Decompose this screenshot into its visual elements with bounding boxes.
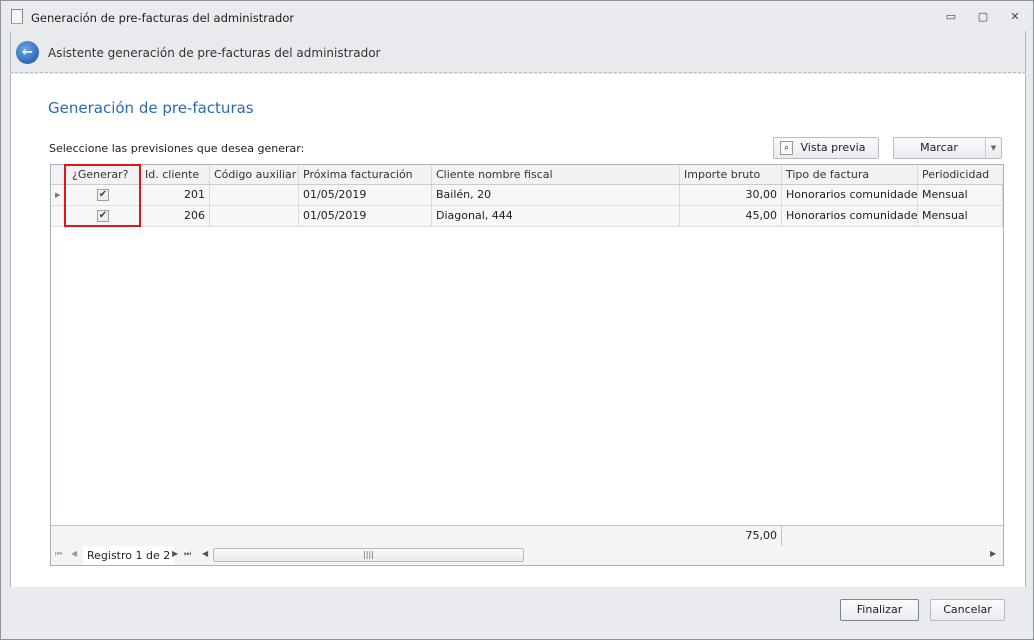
navigator: ⏮ ◀ Registro 1 de 2 ▶ ⏭ ◀ |||| ▶ <box>51 546 1003 565</box>
column-header-fecha[interactable]: Próxima facturación <box>299 165 432 185</box>
preview-button[interactable]: ⌕ Vista previa <box>773 137 879 159</box>
app-icon <box>11 9 23 24</box>
summary-footer: 75,00 <box>51 525 1003 546</box>
fecha-cell: 01/05/2019 <box>299 185 432 205</box>
chevron-down-icon[interactable]: ▼ <box>985 138 1001 158</box>
fecha-cell: 01/05/2019 <box>299 206 432 226</box>
page-title: Generación de pre-facturas <box>48 99 254 117</box>
magnifier-icon: ⌕ <box>780 141 793 155</box>
id-cell: 206 <box>141 206 210 226</box>
column-header-id[interactable]: Id. cliente <box>141 165 210 185</box>
back-arrow-icon[interactable]: ← <box>16 41 39 64</box>
cliente-cell: Bailén, 20 <box>432 185 680 205</box>
finish-button[interactable]: Finalizar <box>840 599 919 621</box>
column-header-importe[interactable]: Importe bruto <box>680 165 782 185</box>
record-counter: Registro 1 de 2 <box>83 546 175 565</box>
scroll-right-icon[interactable]: ▶ <box>990 549 996 558</box>
wizard-header: ← Asistente generación de pre-facturas d… <box>10 31 1026 73</box>
periodicidad-cell: Mensual <box>918 206 1003 226</box>
prev-record-icon[interactable]: ◀ <box>71 549 77 558</box>
window-title: Generación de pre-facturas del administr… <box>31 11 295 25</box>
column-header-cliente[interactable]: Cliente nombre fiscal <box>432 165 680 185</box>
mark-button[interactable]: Marcar ▼ <box>893 137 1002 159</box>
codigo-cell <box>210 206 299 226</box>
mark-label: Marcar <box>920 141 958 154</box>
periodicidad-cell: Mensual <box>918 185 1003 205</box>
tipo-cell: Honorarios comunidades <box>782 206 918 226</box>
cliente-cell: Diagonal, 444 <box>432 206 680 226</box>
minimize-button[interactable]: ▭ <box>942 9 960 25</box>
importe-cell: 30,00 <box>680 185 782 205</box>
table-row[interactable]: ✔ 206 01/05/2019 Diagonal, 444 45,00 Hon… <box>51 206 1003 227</box>
total-importe: 75,00 <box>680 526 782 546</box>
codigo-cell <box>210 185 299 205</box>
window: Generación de pre-facturas del administr… <box>0 0 1034 640</box>
cancel-button[interactable]: Cancelar <box>930 599 1005 621</box>
footer-bar: Finalizar Cancelar <box>10 588 1026 633</box>
horizontal-scrollbar-thumb[interactable]: |||| <box>213 548 524 562</box>
id-cell: 201 <box>141 185 210 205</box>
next-record-icon[interactable]: ▶ <box>172 549 178 558</box>
first-record-icon[interactable]: ⏮ <box>55 549 62 559</box>
content-panel: Generación de pre-facturas Seleccione la… <box>10 74 1026 587</box>
column-header-tipo[interactable]: Tipo de factura <box>782 165 918 185</box>
highlight-box <box>64 164 141 227</box>
tipo-cell: Honorarios comunidades <box>782 185 918 205</box>
last-record-icon[interactable]: ⏭ <box>184 549 191 559</box>
instruction-label: Seleccione las previsiones que desea gen… <box>49 142 305 155</box>
wizard-title: Asistente generación de pre-facturas del… <box>48 46 381 60</box>
title-bar: Generación de pre-facturas del administr… <box>1 1 1033 31</box>
preview-label: Vista previa <box>800 141 866 154</box>
table-row[interactable]: ▶ ✔ 201 01/05/2019 Bailén, 20 30,00 Hono… <box>51 185 1003 206</box>
scroll-left-icon[interactable]: ◀ <box>202 549 208 558</box>
column-header-periodicidad[interactable]: Periodicidad <box>918 165 1003 185</box>
provisions-grid: ¿Generar? Id. cliente Código auxiliar Pr… <box>50 164 1004 566</box>
importe-cell: 45,00 <box>680 206 782 226</box>
maximize-button[interactable]: ▢ <box>974 9 992 25</box>
column-header-codigo[interactable]: Código auxiliar <box>210 165 299 185</box>
close-button[interactable]: ✕ <box>1006 9 1024 25</box>
